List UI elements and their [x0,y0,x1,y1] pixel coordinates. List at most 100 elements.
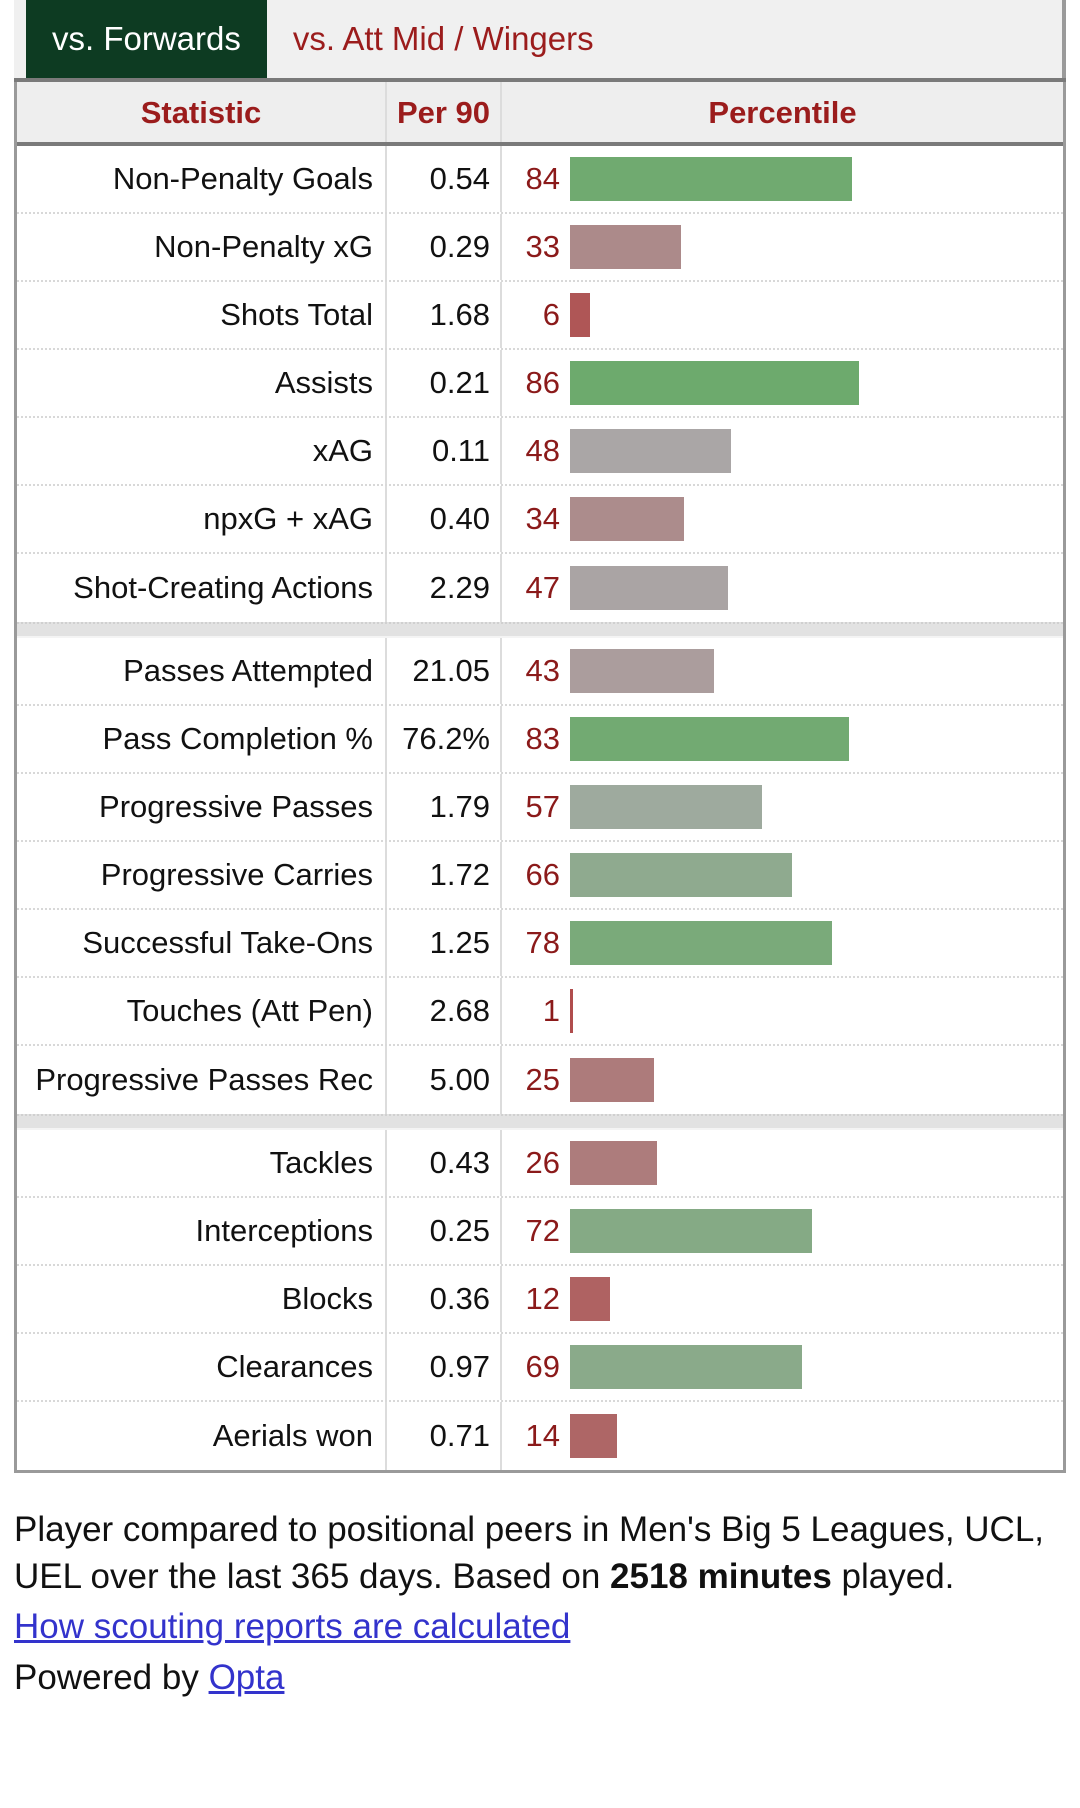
percentile-value: 72 [525,1213,560,1248]
percentile-bar-track [570,350,1063,416]
cell-per90: 0.71 [387,1402,502,1470]
footer-calc-link-row: How scouting reports are calculated [14,1604,1066,1651]
cell-statistic: Touches (Att Pen) [17,978,387,1044]
percentile-value: 14 [525,1418,560,1453]
percentile-bar-track [570,1046,1063,1114]
cell-percentile: 86 [502,350,1063,416]
cell-percentile: 66 [502,842,1063,908]
report-footer: Player compared to positional peers in M… [14,1507,1066,1701]
percentile-bar [570,157,853,201]
footer-description: Player compared to positional peers in M… [14,1507,1066,1600]
percentile-value: 1 [542,993,560,1028]
table-row: Passes Attempted 21.05 43 [17,638,1063,706]
percentile-bar [570,429,732,473]
tab-vs-forwards[interactable]: vs. Forwards [26,0,267,78]
table-row: Touches (Att Pen) 2.68 1 [17,978,1063,1046]
table-row: Clearances 0.97 69 [17,1334,1063,1402]
percentile-bar [570,853,792,897]
cell-per90: 0.25 [387,1198,502,1264]
cell-per90: 0.40 [387,486,502,552]
cell-percentile: 83 [502,706,1063,772]
column-header-percentile: Percentile [708,94,857,130]
cell-statistic: Blocks [17,1266,387,1332]
table-row: Successful Take-Ons 1.25 78 [17,910,1063,978]
cell-statistic: Aerials won [17,1402,387,1470]
percentile-value: 6 [542,297,560,332]
scouting-report-table: Statistic Per 90 Percentile Non-Penalty … [14,82,1066,1473]
percentile-bar-track [570,554,1063,622]
column-header-statistic: Statistic [17,82,387,142]
percentile-bar [570,1414,618,1458]
cell-per90: 0.29 [387,214,502,280]
percentile-bar [570,785,762,829]
percentile-bar-track [570,214,1063,280]
scouting-report-page: vs. Forwards vs. Att Mid / Wingers Statis… [0,0,1080,1808]
percentile-value: 43 [525,653,560,688]
percentile-bar-track [570,706,1063,772]
cell-per90: 1.72 [387,842,502,908]
percentile-bar-track [570,418,1063,484]
percentile-bar [570,361,859,405]
table-row: Non-Penalty xG 0.29 33 [17,214,1063,282]
table-row: Aerials won 0.71 14 [17,1402,1063,1470]
cell-percentile: 43 [502,638,1063,704]
cell-statistic: Non-Penalty Goals [17,146,387,212]
percentile-bar [570,293,591,337]
percentile-bar [570,649,715,693]
percentile-bar-track [570,486,1063,552]
percentile-bar [570,1141,658,1185]
cell-percentile: 47 [502,554,1063,622]
cell-percentile: 26 [502,1130,1063,1196]
cell-per90: 0.11 [387,418,502,484]
percentile-bar-track [570,774,1063,840]
section-divider [17,622,1063,638]
cell-percentile: 84 [502,146,1063,212]
cell-per90: 5.00 [387,1046,502,1114]
percentile-bar-track [570,1334,1063,1400]
table-row: Blocks 0.36 12 [17,1266,1063,1334]
cell-statistic: Passes Attempted [17,638,387,704]
tab-list: vs. Forwards vs. Att Mid / Wingers [14,0,1066,78]
how-scouting-reports-are-calculated-link[interactable]: How scouting reports are calculated [14,1607,570,1646]
cell-percentile: 25 [502,1046,1063,1114]
percentile-bar-track [570,282,1063,348]
cell-statistic: Progressive Carries [17,842,387,908]
cell-per90: 1.68 [387,282,502,348]
percentile-bar [570,1277,611,1321]
percentile-bar [570,921,833,965]
cell-statistic: Progressive Passes Rec [17,1046,387,1114]
cell-percentile: 57 [502,774,1063,840]
percentile-value: 57 [525,789,560,824]
cell-statistic: npxG + xAG [17,486,387,552]
percentile-value: 78 [525,925,560,960]
percentile-bar-track [570,842,1063,908]
powered-by-label: Powered by [14,1657,209,1697]
table-body: Non-Penalty Goals 0.54 84 Non-Penalty xG 0.2… [17,146,1063,1470]
cell-statistic: Shot-Creating Actions [17,554,387,622]
cell-statistic: Clearances [17,1334,387,1400]
cell-statistic: Pass Completion % [17,706,387,772]
cell-per90: 2.29 [387,554,502,622]
percentile-value: 83 [525,721,560,756]
cell-percentile: 14 [502,1402,1063,1470]
percentile-bar [570,717,849,761]
percentile-value: 66 [525,857,560,892]
cell-per90: 0.97 [387,1334,502,1400]
percentile-value: 25 [525,1062,560,1097]
percentile-value: 26 [525,1145,560,1180]
cell-per90: 1.25 [387,910,502,976]
cell-statistic: Progressive Passes [17,774,387,840]
opta-link[interactable]: Opta [209,1658,285,1697]
cell-statistic: Assists [17,350,387,416]
cell-statistic: Non-Penalty xG [17,214,387,280]
cell-percentile: 1 [502,978,1063,1044]
percentile-value: 69 [525,1349,560,1384]
cell-statistic: Interceptions [17,1198,387,1264]
cell-statistic: xAG [17,418,387,484]
cell-percentile: 34 [502,486,1063,552]
table-row: Shot-Creating Actions 2.29 47 [17,554,1063,622]
cell-per90: 0.54 [387,146,502,212]
tab-vs-att-mid-wingers[interactable]: vs. Att Mid / Wingers [267,0,620,75]
percentile-bar [570,225,681,269]
percentile-value: 12 [525,1281,560,1316]
